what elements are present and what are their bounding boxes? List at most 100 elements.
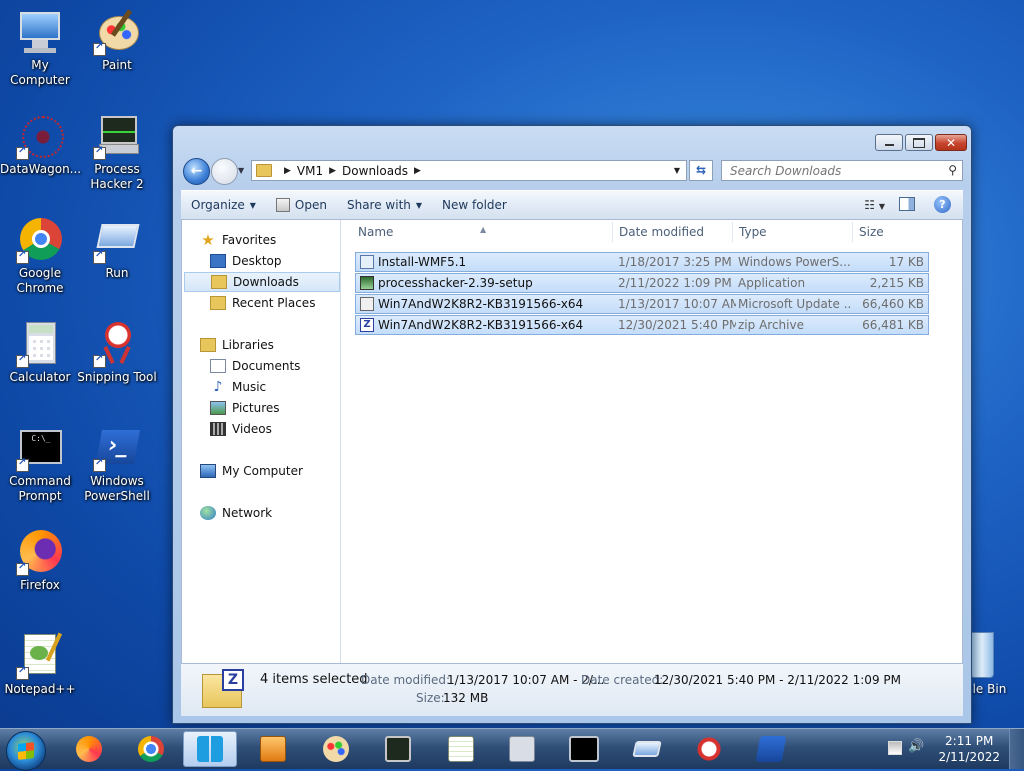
windows-explorer-icon: [197, 736, 223, 762]
powershell-icon: ›_: [93, 424, 141, 472]
column-header-size[interactable]: Size: [859, 220, 929, 244]
column-header-type[interactable]: Type: [739, 220, 849, 244]
organize-label: Organize: [191, 198, 245, 212]
nav-downloads[interactable]: Downloads: [184, 272, 340, 292]
taskbar-paint[interactable]: [309, 731, 363, 767]
desktop-icon-datawagon[interactable]: DataWagon...: [0, 112, 81, 177]
file-name: Win7AndW2K8R2-KB3191566-x64: [378, 318, 584, 332]
taskbar-snipping-tool[interactable]: [682, 731, 736, 767]
taskbar-media-player[interactable]: [246, 731, 300, 767]
nav-my-computer[interactable]: My Computer: [200, 461, 356, 481]
desktop-icon-my-computer[interactable]: My Computer: [0, 8, 80, 88]
clock-date: 2/11/2022: [938, 750, 1000, 764]
search-input[interactable]: [728, 163, 937, 179]
navigation-pane: ★ Favorites Desktop Downloads Recent Plac…: [182, 220, 341, 663]
explorer-window[interactable]: ✕ ← ▼ ▶ VM1 ▶ Downloads ▶ ▼ ⇆ ⚲ Organize…: [172, 125, 972, 724]
forward-button[interactable]: [211, 158, 238, 185]
nav-network[interactable]: Network: [200, 503, 356, 523]
address-dropdown-icon[interactable]: ▼: [668, 166, 686, 175]
column-header-date[interactable]: Date modified: [619, 220, 729, 244]
desktop-icon-calculator[interactable]: Calculator: [0, 320, 80, 385]
taskbar-chrome[interactable]: [124, 731, 178, 767]
column-label: Date modified: [619, 225, 705, 239]
refresh-icon: ⇆: [695, 163, 707, 177]
minimize-button[interactable]: [875, 134, 903, 151]
share-with-button[interactable]: Share with ▼: [347, 198, 422, 212]
search-box[interactable]: ⚲: [721, 160, 963, 181]
column-divider[interactable]: [852, 222, 853, 242]
back-button[interactable]: ←: [183, 158, 210, 185]
chevron-down-icon: ▼: [249, 200, 256, 210]
nav-label: My Computer: [222, 464, 303, 478]
desktop-icon-powershell[interactable]: ›_ Windows PowerShell: [77, 424, 157, 504]
maximize-button[interactable]: [905, 134, 933, 151]
notepadpp-icon: [448, 736, 474, 762]
file-row[interactable]: Z Win7AndW2K8R2-KB3191566-x64 12/30/2021…: [355, 315, 929, 335]
close-button[interactable]: ✕: [935, 134, 967, 151]
clock[interactable]: 2:11 PM 2/11/2022: [938, 733, 1000, 765]
taskbar-calculator[interactable]: [495, 731, 549, 767]
breadcrumb-separator-icon[interactable]: ▶: [329, 166, 336, 176]
nav-libraries[interactable]: Libraries: [200, 335, 356, 355]
date-modified-label: Date modified:: [361, 673, 451, 687]
nav-label: Documents: [232, 359, 301, 373]
taskbar-windows-explorer[interactable]: [183, 731, 237, 767]
snipping-tool-icon: [696, 736, 722, 762]
breadcrumb-separator-icon[interactable]: ▶: [284, 166, 291, 176]
file-name: processhacker-2.39-setup: [378, 276, 533, 290]
taskbar-notepadpp[interactable]: [434, 731, 488, 767]
file-row[interactable]: Install-WMF5.1 1/18/2017 3:25 PM Windows…: [355, 252, 929, 272]
desktop-icon-firefox[interactable]: Firefox: [0, 528, 80, 593]
date-created-value: 12/30/2021 5:40 PM - 2/11/2022 1:09 PM: [654, 673, 901, 687]
recent-pages-dropdown[interactable]: ▼: [238, 166, 244, 175]
search-icon[interactable]: ⚲: [948, 163, 957, 177]
breadcrumb-separator-icon[interactable]: ▶: [414, 166, 421, 176]
taskbar-firefox[interactable]: [62, 731, 116, 767]
desktop-icon-chrome[interactable]: Google Chrome: [0, 216, 80, 296]
column-divider[interactable]: [732, 222, 733, 242]
network-icon: [200, 506, 216, 520]
file-row[interactable]: Win7AndW2K8R2-KB3191566-x64 1/13/2017 10…: [355, 294, 929, 314]
msu-icon: [360, 297, 374, 311]
start-button[interactable]: [6, 731, 46, 771]
nav-label: Music: [232, 380, 267, 394]
desktop-icon-process-hacker[interactable]: Process Hacker 2: [77, 112, 157, 192]
desktop-icon-notepadpp[interactable]: Notepad++: [0, 632, 80, 697]
maximize-icon: [913, 137, 925, 148]
change-view-button[interactable]: ☷ ▼: [864, 198, 885, 212]
show-desktop-button[interactable]: [1009, 729, 1024, 769]
notepadpp-icon: [16, 632, 64, 680]
new-folder-button[interactable]: New folder: [442, 198, 507, 212]
desktop-icon-snipping-tool[interactable]: Snipping Tool: [77, 320, 157, 385]
nav-label: Videos: [232, 422, 272, 436]
desktop-icon-command-prompt[interactable]: C:\_ Command Prompt: [0, 424, 80, 504]
minimize-icon: [884, 144, 894, 146]
open-button[interactable]: Open: [275, 198, 327, 212]
nav-favorites[interactable]: ★ Favorites: [200, 230, 356, 250]
column-header-name[interactable]: Name ▲: [358, 220, 608, 244]
file-type: zip Archive: [738, 318, 804, 332]
volume-icon[interactable]: 🔊: [908, 739, 924, 754]
file-size: 66,460 KB: [862, 297, 924, 311]
desktop-icon-paint[interactable]: Paint: [77, 8, 157, 73]
preview-pane-icon[interactable]: [899, 197, 915, 211]
run-icon: [93, 216, 141, 264]
address-bar[interactable]: ▶ VM1 ▶ Downloads ▶ ▼: [251, 160, 687, 181]
organize-button[interactable]: Organize ▼: [191, 198, 256, 212]
breadcrumb-vm1[interactable]: VM1: [297, 164, 323, 178]
taskbar-powershell[interactable]: [744, 731, 798, 767]
taskbar-run[interactable]: [620, 731, 674, 767]
taskbar-command-prompt[interactable]: [557, 731, 611, 767]
help-icon[interactable]: ?: [934, 196, 951, 213]
column-divider[interactable]: [612, 222, 613, 242]
taskbar-process-hacker[interactable]: [371, 731, 425, 767]
file-row[interactable]: processhacker-2.39-setup 2/11/2022 1:09 …: [355, 273, 929, 293]
refresh-button[interactable]: ⇆: [689, 160, 713, 181]
breadcrumb-downloads[interactable]: Downloads: [342, 164, 408, 178]
folder-icon: [256, 164, 272, 177]
zip-icon: Z: [360, 318, 374, 332]
run-icon: [632, 741, 662, 757]
action-center-icon[interactable]: [888, 741, 902, 755]
desktop-icon-run[interactable]: Run: [77, 216, 157, 281]
nav-label: Favorites: [222, 233, 277, 247]
